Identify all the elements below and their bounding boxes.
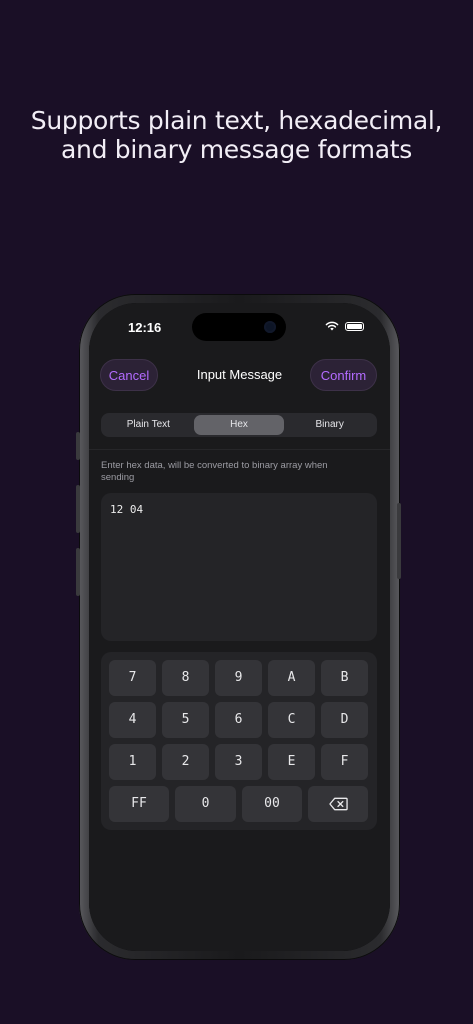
- key-label: 9: [234, 670, 243, 685]
- key-2[interactable]: 2: [162, 744, 209, 780]
- key-7[interactable]: 7: [109, 660, 156, 696]
- power-button: [397, 503, 401, 579]
- key-label: 0: [201, 796, 210, 811]
- key-label: 6: [234, 712, 243, 727]
- key-label: 8: [181, 670, 190, 685]
- key-d[interactable]: D: [321, 702, 368, 738]
- key-6[interactable]: 6: [215, 702, 262, 738]
- headline-line-2: and binary message formats: [61, 135, 412, 164]
- key-a[interactable]: A: [268, 660, 315, 696]
- key-f[interactable]: F: [321, 744, 368, 780]
- key-5[interactable]: 5: [162, 702, 209, 738]
- camera-icon: [264, 321, 276, 333]
- key-label: D: [340, 712, 349, 727]
- key-label: 7: [128, 670, 137, 685]
- key-label: 3: [234, 754, 243, 769]
- key-8[interactable]: 8: [162, 660, 209, 696]
- key-label: B: [340, 670, 349, 685]
- hex-hint-text: Enter hex data, will be converted to bin…: [101, 460, 328, 483]
- key-0[interactable]: 0: [175, 786, 236, 822]
- dynamic-island: [192, 313, 286, 341]
- key-e[interactable]: E: [268, 744, 315, 780]
- headline: Supports plain text, hexadecimal, and bi…: [0, 106, 473, 164]
- key-c[interactable]: C: [268, 702, 315, 738]
- hex-keypad: 7 8 9 A B 4 5 6 C D 1 2 3 E F FF 0 00: [101, 652, 377, 830]
- key-3[interactable]: 3: [215, 744, 262, 780]
- key-00[interactable]: 00: [242, 786, 302, 822]
- tab-plain-text[interactable]: Plain Text: [103, 415, 194, 435]
- volume-down-button: [76, 548, 80, 596]
- backspace-icon: [329, 797, 348, 811]
- key-9[interactable]: 9: [215, 660, 262, 696]
- phone-screen: 12:16 Cancel Input Message Confirm Plain…: [89, 303, 390, 951]
- status-time: 12:16: [128, 320, 162, 335]
- divider: [89, 449, 390, 450]
- hex-input-field[interactable]: 12 04: [101, 493, 377, 641]
- delete-key[interactable]: [308, 786, 368, 822]
- key-label: A: [287, 670, 296, 685]
- format-segmented-control: Plain Text Hex Binary: [101, 413, 377, 437]
- action-button: [76, 432, 80, 460]
- hex-input-value: 12 04: [110, 503, 144, 516]
- key-b[interactable]: B: [321, 660, 368, 696]
- key-label: E: [287, 754, 296, 769]
- key-label: 1: [128, 754, 137, 769]
- key-label: F: [340, 754, 349, 769]
- key-label: 5: [181, 712, 190, 727]
- status-bar: 12:16: [89, 303, 390, 351]
- key-1[interactable]: 1: [109, 744, 156, 780]
- headline-line-1: Supports plain text, hexadecimal,: [30, 106, 443, 135]
- key-label: 00: [264, 796, 280, 811]
- navigation-bar: Cancel Input Message Confirm: [89, 359, 390, 395]
- key-ff[interactable]: FF: [109, 786, 169, 822]
- key-label: 4: [128, 712, 137, 727]
- tab-binary[interactable]: Binary: [284, 415, 375, 435]
- tab-hex[interactable]: Hex: [193, 415, 285, 435]
- status-icons: [325, 321, 364, 331]
- key-4[interactable]: 4: [109, 702, 156, 738]
- key-label: 2: [181, 754, 190, 769]
- confirm-button[interactable]: Confirm: [310, 359, 377, 391]
- key-label: C: [287, 712, 296, 727]
- battery-icon: [345, 321, 364, 331]
- input-message-sheet: 12:16 Cancel Input Message Confirm Plain…: [89, 303, 390, 951]
- wifi-icon: [325, 321, 339, 331]
- volume-up-button: [76, 485, 80, 533]
- key-label: FF: [131, 796, 147, 811]
